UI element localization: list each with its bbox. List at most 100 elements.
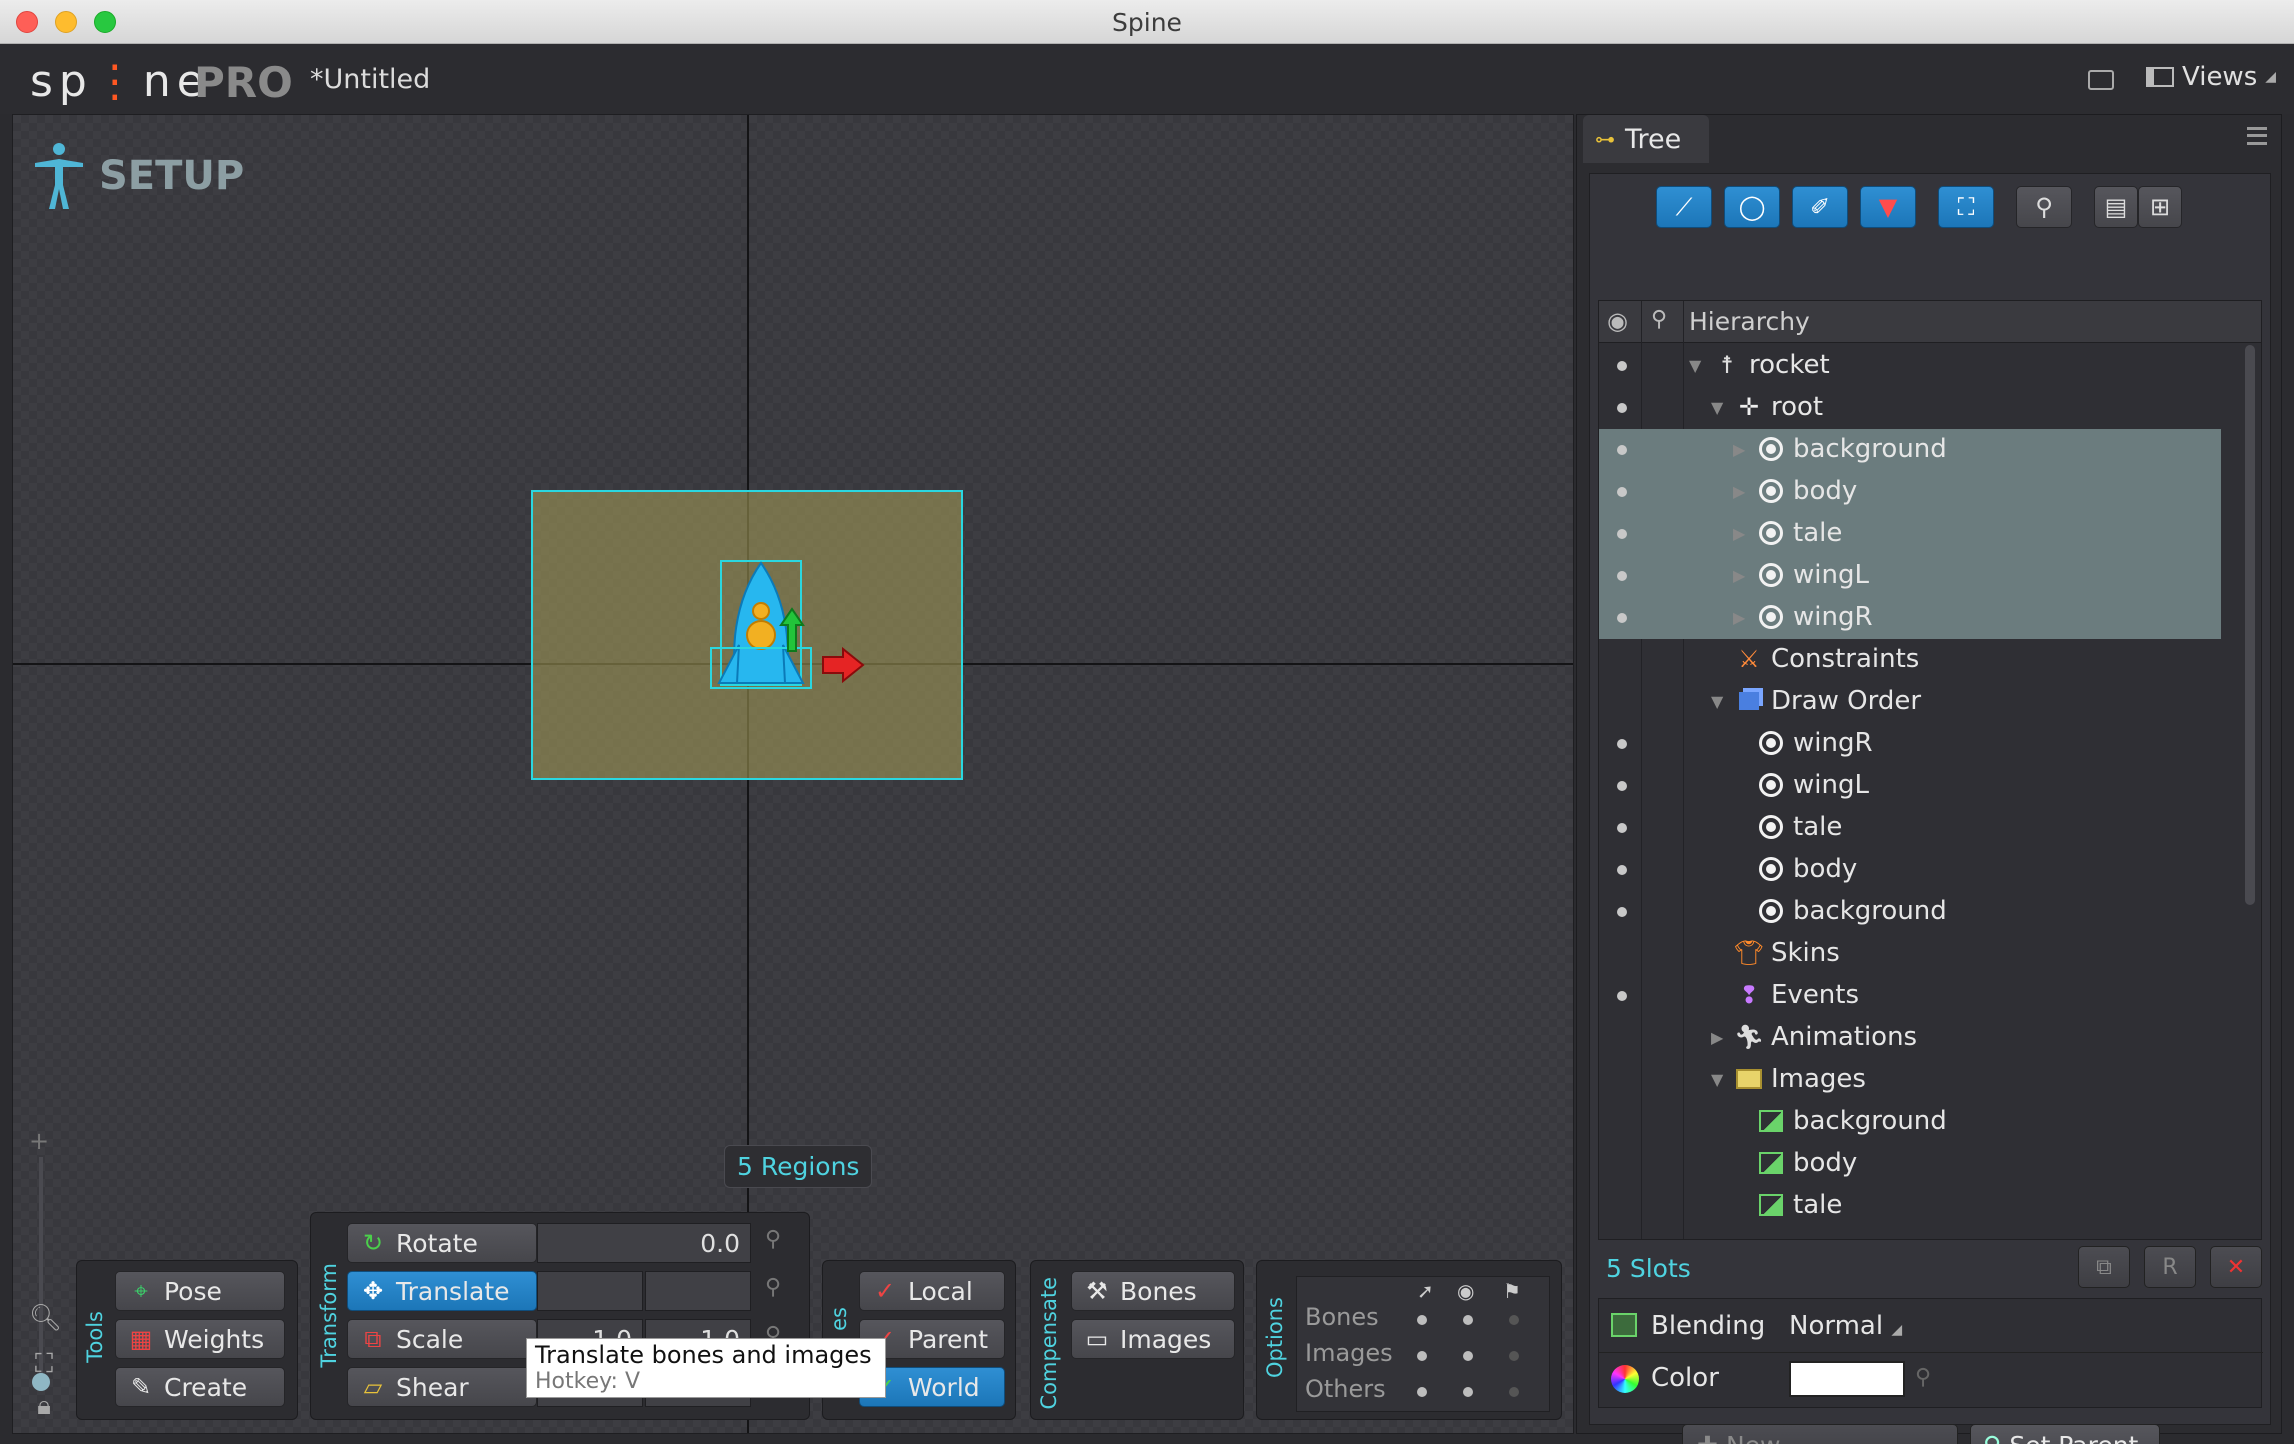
compensate-bones-button[interactable]: ⚒ Bones <box>1071 1271 1235 1311</box>
filter-attachments-button[interactable]: ✐ <box>1792 186 1848 228</box>
images-visible-toggle[interactable] <box>1463 1351 1473 1361</box>
bones-select-toggle[interactable] <box>1417 1315 1427 1325</box>
translate-y-field[interactable] <box>645 1271 751 1311</box>
tree-row[interactable]: ❢ Events <box>1599 975 2221 1017</box>
tree-row[interactable]: wingL <box>1599 765 2221 807</box>
visibility-dot[interactable] <box>1617 361 1627 371</box>
pose-tool-button[interactable]: ⌖ Pose <box>115 1271 285 1311</box>
tree-row[interactable]: background <box>1599 1101 2221 1143</box>
tree-row[interactable]: ▶ wingR <box>1599 597 2221 639</box>
setup-mode-indicator[interactable]: SETUP <box>31 141 244 211</box>
visibility-dot[interactable] <box>1617 487 1627 497</box>
tree-row[interactable]: ▼ ✛ root <box>1599 387 2221 429</box>
expand-down-icon[interactable]: ▼ <box>1711 398 1723 417</box>
scale-tool-button[interactable]: ⧉ Scale <box>347 1319 537 1359</box>
tree-row[interactable]: body <box>1599 1143 2221 1185</box>
delete-button[interactable]: ✕ <box>2210 1246 2262 1288</box>
tree-row[interactable]: ▼ Images <box>1599 1059 2221 1101</box>
expand-right-icon[interactable]: ▶ <box>1733 524 1745 543</box>
color-key-icon[interactable]: ⚲ <box>1915 1365 1931 1390</box>
expand-down-icon[interactable]: ▼ <box>1711 1070 1723 1089</box>
tree-row[interactable]: background <box>1599 891 2221 933</box>
hierarchy-list[interactable]: ◉ ⚲ Hierarchy ▼ ☨ rocket ▼ ✛ root ▶ background ▶… <box>1598 300 2262 1240</box>
tree-row[interactable]: tale <box>1599 1185 2221 1227</box>
expand-right-icon[interactable]: ▶ <box>1733 440 1745 459</box>
expand-down-icon[interactable]: ▼ <box>1711 692 1723 711</box>
tree-row[interactable]: ▶ background <box>1599 429 2221 471</box>
visibility-dot[interactable] <box>1617 823 1627 833</box>
zoom-in-icon[interactable]: + <box>29 1127 53 1155</box>
visibility-dot[interactable] <box>1617 403 1627 413</box>
shear-tool-button[interactable]: ▱ Shear <box>347 1367 537 1407</box>
expand-down-icon[interactable]: ▼ <box>1689 356 1701 375</box>
expand-right-icon[interactable]: ▶ <box>1711 1028 1723 1047</box>
tree-row[interactable]: body <box>1599 849 2221 891</box>
tree-row[interactable]: ▼ ☨ rocket <box>1599 345 2221 387</box>
visibility-dot[interactable] <box>1617 739 1627 749</box>
tree-row[interactable]: ▼ Draw Order <box>1599 681 2221 723</box>
collapse-all-button[interactable]: ▤ <box>2094 186 2138 228</box>
visibility-dot[interactable] <box>1617 865 1627 875</box>
rotate-key-icon[interactable]: ⚲ <box>757 1227 789 1259</box>
tree-row[interactable]: ▶ 🏃︎ Animations <box>1599 1017 2221 1059</box>
others-names-toggle[interactable] <box>1509 1387 1519 1397</box>
filter-bones-button[interactable]: ⟋ <box>1656 186 1712 228</box>
rotate-tool-button[interactable]: ↻ Rotate <box>347 1223 537 1263</box>
visibility-dot[interactable] <box>1617 781 1627 791</box>
hierarchy-scrollbar[interactable] <box>2245 345 2255 905</box>
new-button[interactable]: ✚ New... <box>1682 1424 1958 1444</box>
translate-x-field[interactable] <box>537 1271 643 1311</box>
visibility-dot[interactable] <box>1617 907 1627 917</box>
tab-tree[interactable]: ⊶ Tree <box>1583 115 1709 163</box>
visibility-dot[interactable] <box>1617 571 1627 581</box>
filter-constraints-button[interactable]: ▼ <box>1860 186 1916 228</box>
visibility-dot[interactable] <box>1617 529 1627 539</box>
translate-key-icon[interactable]: ⚲ <box>757 1275 789 1307</box>
visibility-dot[interactable] <box>1617 991 1627 1001</box>
bones-visible-toggle[interactable] <box>1463 1315 1473 1325</box>
create-tool-button[interactable]: ✎ Create <box>115 1367 285 1407</box>
images-names-toggle[interactable] <box>1509 1351 1519 1361</box>
expand-right-icon[interactable]: ▶ <box>1733 482 1745 501</box>
tree-row[interactable]: ▶ body <box>1599 471 2221 513</box>
others-select-toggle[interactable] <box>1417 1387 1427 1397</box>
visibility-column-icon[interactable]: ◉ <box>1607 307 1628 335</box>
tree-row[interactable]: tale <box>1599 807 2221 849</box>
translate-tool-button[interactable]: ✥ Translate <box>347 1271 537 1311</box>
bones-names-toggle[interactable] <box>1509 1315 1519 1325</box>
tree-row[interactable]: wingR <box>1599 723 2221 765</box>
lock-icon[interactable]: 🔒︎ <box>29 1391 59 1421</box>
images-select-toggle[interactable] <box>1417 1351 1427 1361</box>
tree-row[interactable]: ⚔ Constraints <box>1599 639 2221 681</box>
set-parent-button[interactable]: ⚲ Set Parent <box>1970 1424 2160 1444</box>
views-menu-button[interactable]: Views ◢ <box>2146 60 2276 94</box>
tree-row[interactable]: ▶ tale <box>1599 513 2221 555</box>
visibility-dot[interactable] <box>1617 445 1627 455</box>
filter-slots-button[interactable]: ◯ <box>1724 186 1780 228</box>
local-axes-button[interactable]: ✓ Local <box>859 1271 1005 1311</box>
expand-right-icon[interactable]: ▶ <box>1733 566 1745 585</box>
expand-right-icon[interactable]: ▶ <box>1733 608 1745 627</box>
rocket-skeleton[interactable] <box>673 533 913 733</box>
focus-selection-button[interactable]: ⛶ <box>1938 186 1994 228</box>
duplicate-button[interactable]: ⧉ <box>2078 1246 2130 1288</box>
visibility-dot[interactable] <box>1617 613 1627 623</box>
hierarchy-header-label: Hierarchy <box>1689 307 1810 336</box>
blending-select[interactable]: Normal ◢ <box>1789 1311 1902 1341</box>
tree-row[interactable]: ▶ wingL <box>1599 555 2221 597</box>
expand-all-button[interactable]: ⊞ <box>2138 186 2182 228</box>
search-tree-button[interactable]: ⚲ <box>2016 186 2072 228</box>
rotate-value-field[interactable]: 0.0 <box>537 1223 751 1263</box>
local-axes-icon: ✓ <box>874 1277 896 1305</box>
keyframe-column-icon[interactable]: ⚲ <box>1651 307 1667 332</box>
panel-menu-icon[interactable] <box>2247 127 2267 145</box>
color-swatch[interactable] <box>1789 1361 1905 1397</box>
weights-tool-button[interactable]: ▦ Weights <box>115 1319 285 1359</box>
layout-icon[interactable] <box>2088 70 2114 90</box>
tree-row[interactable]: 👕︎ Skins <box>1599 933 2221 975</box>
rename-button[interactable]: R <box>2144 1246 2196 1288</box>
zoom-search-icon[interactable]: 🔍︎ <box>29 1303 62 1333</box>
compensate-images-button[interactable]: ▭ Images <box>1071 1319 1235 1359</box>
fit-view-icon[interactable]: ⛶ <box>29 1349 59 1379</box>
others-visible-toggle[interactable] <box>1463 1387 1473 1397</box>
